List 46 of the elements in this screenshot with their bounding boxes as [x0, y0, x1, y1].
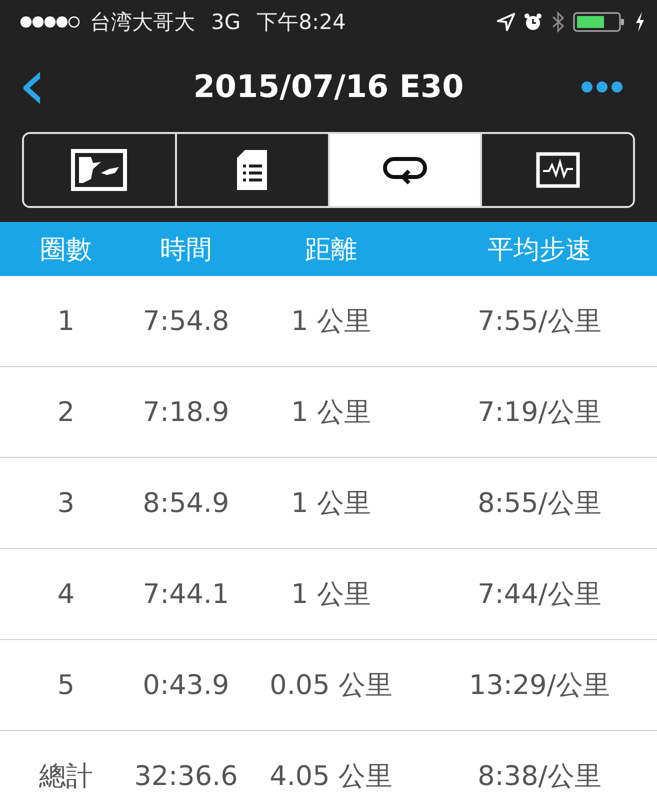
loop-arrow-icon — [382, 155, 428, 185]
alarm-clock-icon — [523, 12, 543, 32]
more-icon[interactable] — [581, 81, 623, 93]
charging-bolt-icon — [635, 12, 645, 32]
table-cell: 7:54.8 — [142, 306, 230, 336]
network-type: 3G — [211, 10, 241, 34]
column-header: 時間 — [160, 234, 212, 266]
table-cell-text: 8:55/公里 — [478, 487, 602, 521]
table-cell-text: 1 公里 — [291, 487, 371, 521]
table-cell: 7:18.9 — [142, 396, 230, 428]
document-list-icon — [235, 148, 270, 192]
table-cell-text: 1 公里 — [291, 578, 371, 612]
segment-tab[interactable] — [480, 134, 633, 206]
table-cell: 3 — [57, 488, 75, 518]
table-cell-text: 7:19/公里 — [478, 396, 602, 430]
column-header: 距離 — [305, 234, 357, 266]
table-cell-text: 1 公里 — [291, 396, 371, 430]
table-cell-text: 8:38/公里 — [478, 760, 602, 794]
carrier-name: 台湾大哥大 — [90, 9, 195, 36]
table-cell-text: 7:44/公里 — [478, 578, 602, 612]
map-icon — [71, 149, 128, 191]
bluetooth-icon — [551, 11, 565, 33]
heart-rate-chart-icon — [536, 152, 580, 188]
table-cell: 8:54.9 — [142, 488, 230, 518]
location-arrow-icon — [497, 13, 515, 31]
table-cell: 2 — [57, 396, 75, 428]
table-cell-text: 總計 — [39, 760, 93, 794]
back-button[interactable]: ‹ — [12, 56, 53, 112]
segment-tab[interactable] — [328, 134, 480, 206]
table-cell-text: 0.05 公里 — [270, 669, 392, 703]
table-cell: 5 — [57, 670, 75, 700]
table-cell-text: 13:29/公里 — [469, 669, 610, 703]
table-cell: 1 — [57, 306, 75, 336]
battery-icon — [573, 11, 627, 33]
table-cell-text: 4.05 公里 — [270, 760, 392, 794]
column-header: 圈數 — [40, 234, 92, 266]
page-title: 2015/07/16 E30 — [193, 69, 464, 105]
clock-time: 下午8:24 — [256, 9, 346, 36]
table-cell: 32:36.6 — [134, 760, 238, 792]
table-cell: 7:44.1 — [142, 578, 230, 610]
table-cell-text: 7:55/公里 — [478, 305, 602, 339]
column-header: 平均步速 — [488, 234, 592, 266]
table-cell-text: 1 公里 — [291, 305, 371, 339]
table-cell: 0:43.9 — [142, 670, 230, 700]
table-cell: 4 — [57, 578, 75, 610]
signal-icon — [20, 15, 82, 29]
